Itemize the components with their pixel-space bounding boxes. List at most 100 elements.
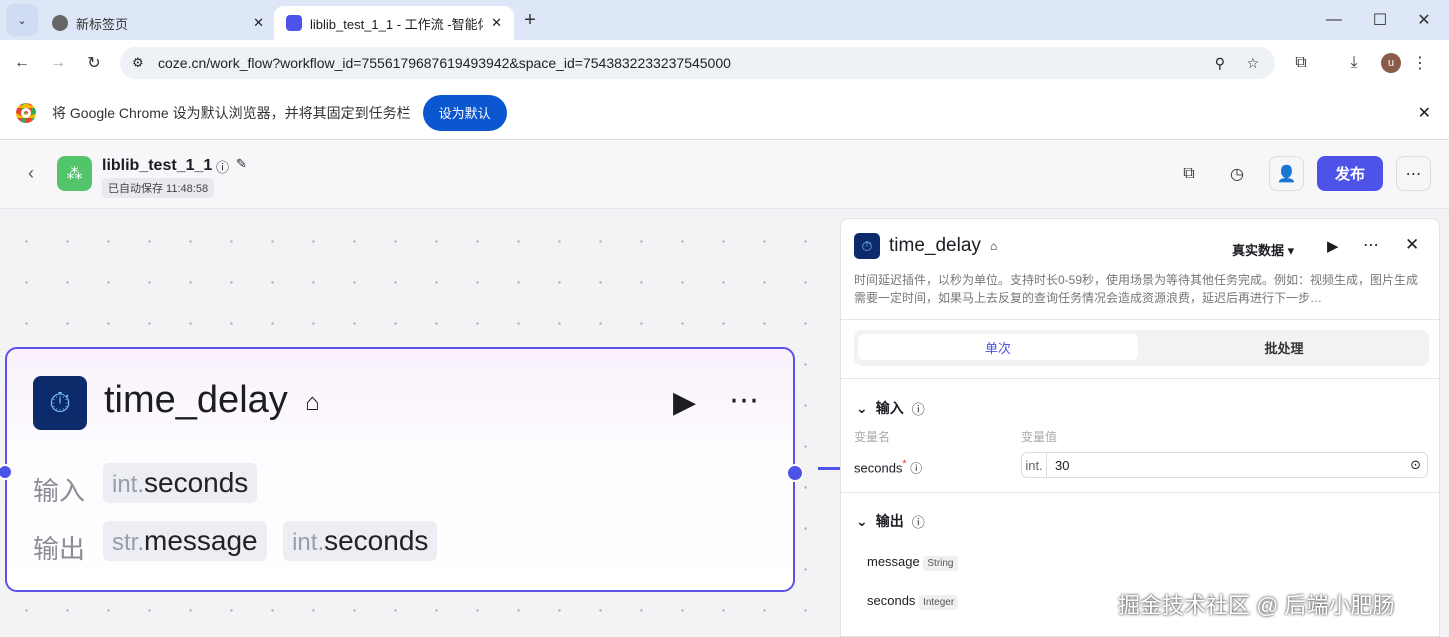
url-text: coze.cn/work_flow?workflow_id=7556179687… bbox=[158, 55, 731, 71]
param-name: seconds bbox=[144, 467, 249, 498]
close-window-button[interactable]: ✕ bbox=[1408, 4, 1440, 36]
coze-icon bbox=[286, 15, 302, 31]
more-icon[interactable]: ⋯ bbox=[1396, 156, 1431, 191]
edit-icon[interactable]: ✎ bbox=[236, 156, 247, 172]
download-icon[interactable]: ⤓ bbox=[1338, 47, 1370, 79]
param-name: message bbox=[144, 525, 258, 556]
output-name: seconds bbox=[867, 593, 916, 608]
back-chevron-icon[interactable]: ‹ bbox=[28, 163, 34, 184]
site-info-icon[interactable]: ⚙ bbox=[132, 55, 144, 71]
output-tag: int. seconds bbox=[283, 521, 438, 561]
connection-line bbox=[818, 467, 840, 470]
data-mode-label: 真实数据 bbox=[1232, 243, 1285, 258]
chevron-down-icon: ⌄ bbox=[856, 512, 868, 529]
seconds-value: 30 bbox=[1055, 457, 1070, 473]
avatar-letter: u bbox=[1381, 53, 1401, 73]
tab-workflow[interactable]: liblib_test_1_1 - 工作流 -智能体 ✕ bbox=[274, 6, 514, 40]
info-icon[interactable]: ⓘ bbox=[216, 157, 229, 176]
section-title: 输出 bbox=[875, 513, 904, 529]
type-label: int. bbox=[292, 529, 325, 556]
tab-bar: ⌄ 新标签页 ✕ liblib_test_1_1 - 工作流 -智能体 ✕ + … bbox=[0, 0, 1449, 40]
close-tab-icon[interactable]: ✕ bbox=[491, 15, 502, 31]
type-label: str. bbox=[112, 529, 145, 556]
output-item: message String bbox=[867, 554, 958, 571]
collaborators-icon[interactable]: 👤 bbox=[1269, 156, 1304, 191]
param-name: seconds bbox=[324, 525, 429, 556]
divider bbox=[841, 378, 1439, 379]
tab-label: liblib_test_1_1 - 工作流 -智能体 bbox=[310, 16, 484, 32]
output-section-header[interactable]: ⌄ 输出 ⓘ bbox=[856, 511, 925, 531]
store-icon: ⌂ bbox=[990, 239, 998, 253]
default-browser-infobar: 将 Google Chrome 设为默认浏览器，并将其固定到任务栏 设为默认 ✕ bbox=[0, 86, 1449, 140]
minimize-button[interactable]: — bbox=[1318, 4, 1350, 36]
new-tab-button[interactable]: + bbox=[514, 4, 546, 36]
param-name: seconds bbox=[854, 460, 903, 476]
address-bar-row: ← → ↻ ⚙ coze.cn/work_flow?workflow_id=75… bbox=[0, 40, 1449, 86]
zoom-icon[interactable]: ⚲ bbox=[1215, 55, 1225, 72]
panel-title: time_delay bbox=[889, 235, 981, 256]
autosave-status: 已自动保存 11:48:58 bbox=[102, 178, 215, 198]
bookmark-star-icon[interactable]: ☆ bbox=[1246, 55, 1259, 72]
output-port[interactable] bbox=[786, 464, 804, 482]
variable-reference-icon[interactable]: ⊙ bbox=[1410, 457, 1421, 473]
node-more-icon[interactable]: ⋯ bbox=[729, 383, 761, 418]
close-panel-icon[interactable]: ✕ bbox=[1405, 235, 1419, 255]
seconds-input[interactable]: int. 30 ⊙ bbox=[1021, 452, 1428, 478]
close-tab-icon[interactable]: ✕ bbox=[253, 15, 264, 31]
node-output-label: 输出 bbox=[33, 534, 86, 564]
tab-single[interactable]: 单次 bbox=[858, 334, 1138, 360]
time-delay-node[interactable]: ⏱ time_delay ⌂ ▶ ⋯ 输入 int. seconds 输出 str… bbox=[0, 347, 804, 592]
node-inputs: int. seconds bbox=[103, 463, 269, 503]
run-node-icon[interactable]: ▶ bbox=[673, 385, 696, 420]
tab-new-tab[interactable]: 新标签页 ✕ bbox=[40, 6, 276, 40]
output-tag: str. message bbox=[103, 521, 267, 561]
type-label: int. bbox=[112, 471, 145, 498]
run-icon[interactable]: ▶ bbox=[1327, 237, 1339, 255]
tab-batch[interactable]: 批处理 bbox=[1144, 334, 1424, 360]
history-icon[interactable]: ◷ bbox=[1221, 158, 1253, 190]
set-default-button[interactable]: 设为默认 bbox=[422, 94, 507, 131]
info-icon[interactable]: ⓘ bbox=[912, 399, 925, 418]
watermark: 掘金技术社区 @ 后端小肥肠 bbox=[1118, 593, 1395, 618]
output-name: message bbox=[867, 554, 920, 569]
column-name-header: 变量名 bbox=[854, 430, 891, 444]
chevron-down-icon: ⌄ bbox=[856, 399, 868, 416]
input-param-name: seconds* ⓘ bbox=[854, 458, 922, 476]
data-mode-select[interactable]: 真实数据 ▾ bbox=[1232, 240, 1294, 259]
output-type: Integer bbox=[919, 595, 959, 610]
required-mark: * bbox=[902, 458, 907, 470]
extensions-icon[interactable]: ⧉ bbox=[1285, 47, 1317, 79]
node-input-label: 输入 bbox=[33, 476, 86, 506]
mode-tabs: 单次 批处理 bbox=[854, 330, 1429, 366]
reload-button[interactable]: ↻ bbox=[78, 47, 110, 79]
workflow-title: liblib_test_1_1 bbox=[102, 157, 213, 174]
maximize-button[interactable]: ☐ bbox=[1364, 4, 1396, 36]
menu-icon[interactable]: ⋮ bbox=[1404, 47, 1436, 79]
input-port[interactable] bbox=[0, 464, 13, 480]
profile-avatar[interactable]: u bbox=[1375, 47, 1407, 79]
infobar-message: 将 Google Chrome 设为默认浏览器，并将其固定到任务栏 bbox=[52, 104, 411, 121]
output-type: String bbox=[923, 556, 958, 571]
column-value-header: 变量值 bbox=[1021, 430, 1058, 444]
stopwatch-icon: ⏱ bbox=[33, 376, 87, 430]
node-title: time_delay bbox=[104, 379, 288, 421]
close-infobar-icon[interactable]: ✕ bbox=[1418, 103, 1431, 123]
tab-search-button[interactable]: ⌄ bbox=[6, 4, 38, 36]
input-section-header[interactable]: ⌄ 输入 ⓘ bbox=[856, 398, 925, 418]
type-label: int. bbox=[1022, 453, 1047, 477]
plugin-description: 时间延迟插件，以秒为单位。支持时长0-59秒，使用场景为等待其他任务完成。例如：… bbox=[854, 273, 1419, 305]
copy-icon[interactable]: ⧉ bbox=[1173, 158, 1205, 190]
workflow-icon: ⁂ bbox=[57, 156, 92, 191]
store-icon: ⌂ bbox=[305, 389, 320, 416]
back-button[interactable]: ← bbox=[6, 47, 38, 79]
publish-button[interactable]: 发布 bbox=[1317, 156, 1383, 191]
forward-button[interactable]: → bbox=[42, 47, 74, 79]
chrome-logo-icon bbox=[16, 102, 36, 123]
divider bbox=[841, 492, 1439, 493]
info-icon[interactable]: ⓘ bbox=[912, 512, 925, 531]
stopwatch-icon: ⏱ bbox=[854, 233, 880, 259]
url-input[interactable]: ⚙ coze.cn/work_flow?workflow_id=75561796… bbox=[120, 47, 1275, 79]
node-config-panel: ⏱ time_delay ⌂ 真实数据 ▾ ▶ ⋯ ✕ 时间延迟插件，以秒为单位… bbox=[840, 218, 1440, 637]
panel-more-icon[interactable]: ⋯ bbox=[1363, 235, 1379, 255]
info-icon[interactable]: ⓘ bbox=[910, 461, 922, 475]
